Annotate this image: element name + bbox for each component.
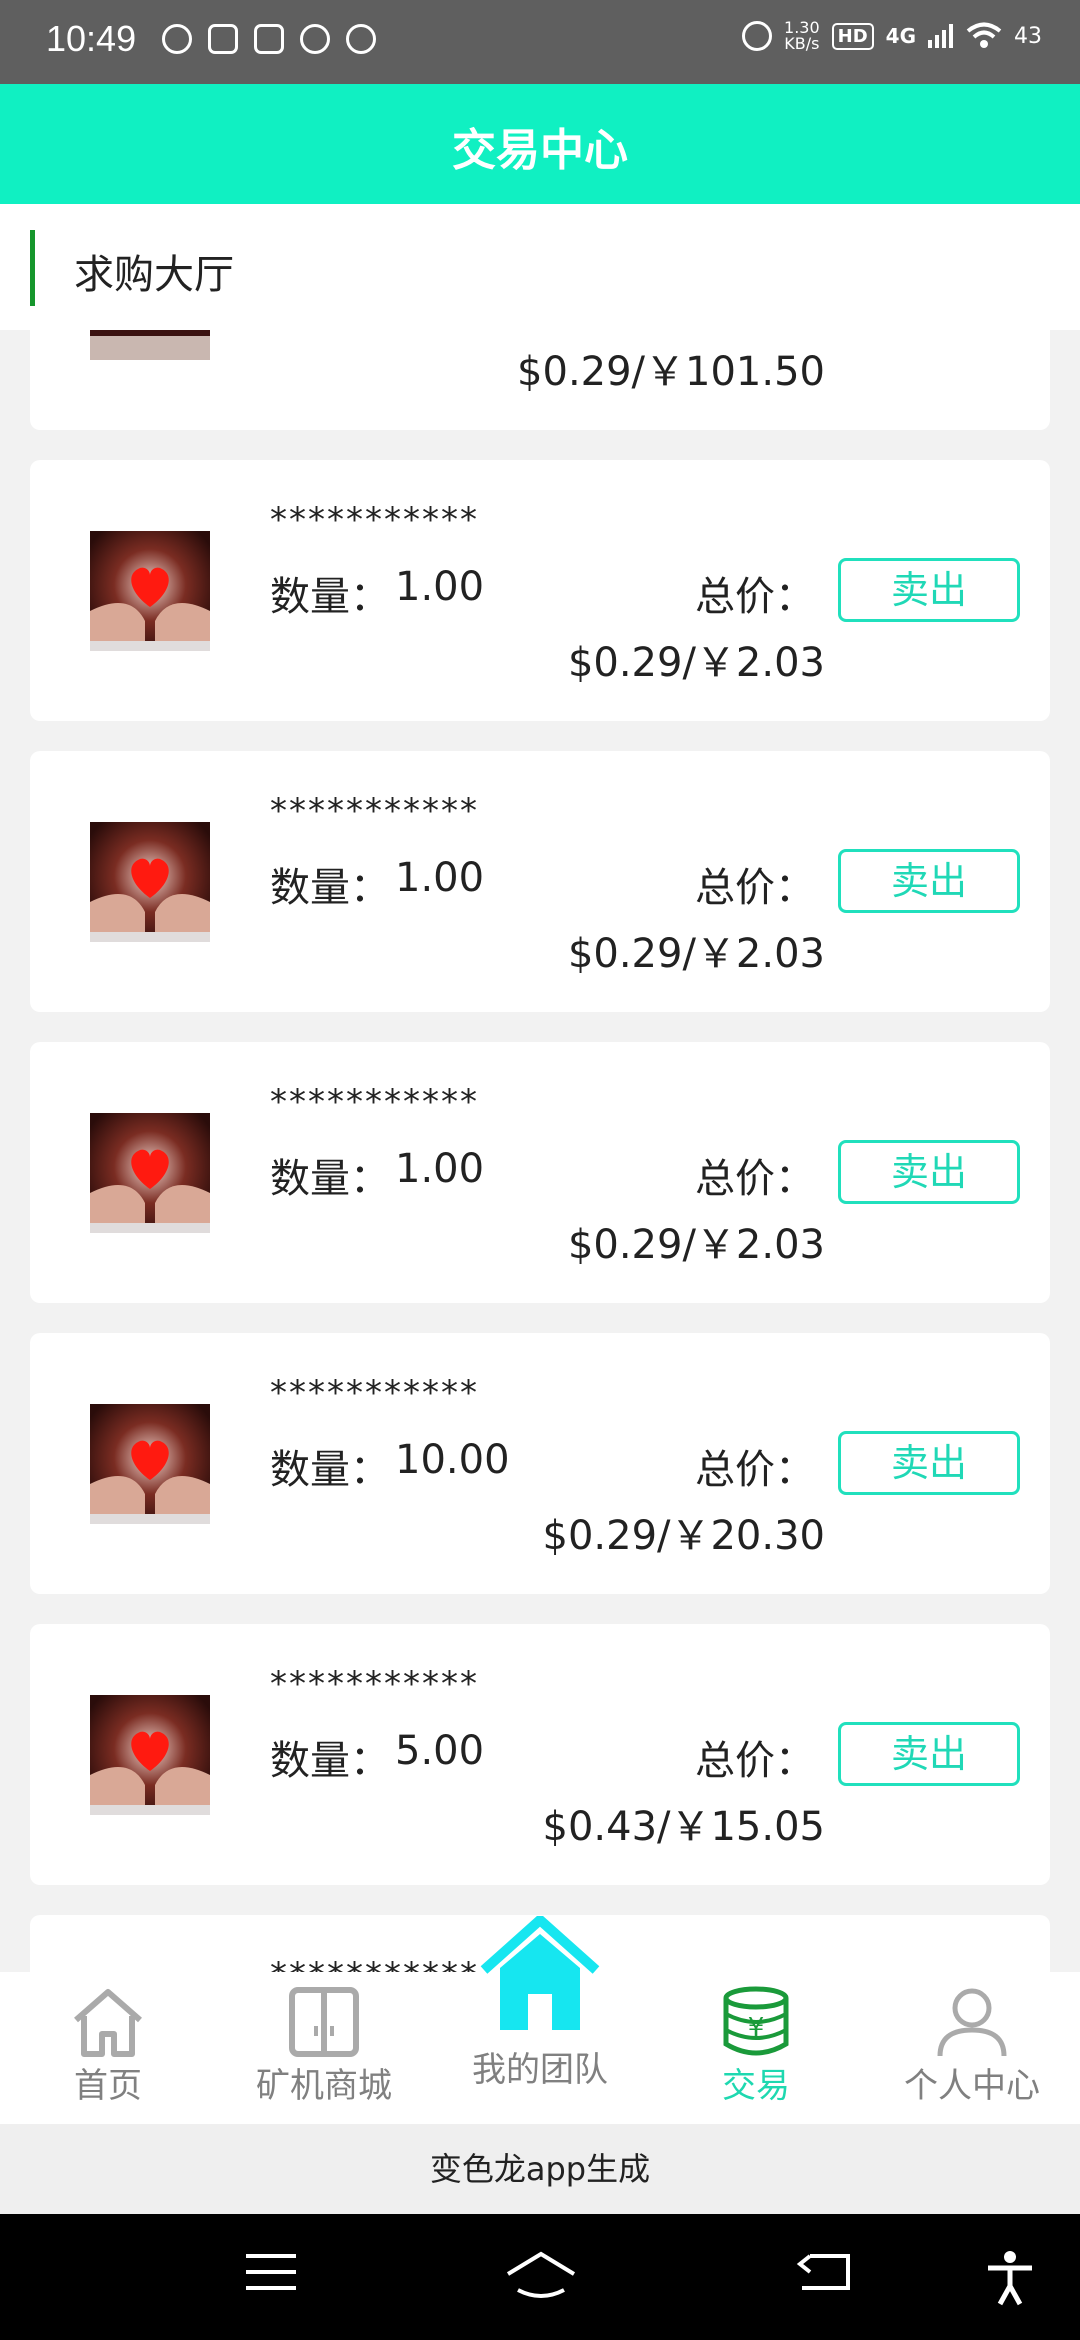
order-name: *********** [270,791,479,831]
wifi-icon [966,22,1002,48]
person-icon [937,1988,1007,2057]
total-label: 总价： [695,1738,815,1784]
signal-icon [928,24,953,48]
status-bar: 10:49 1.30 KB/s HD 4G 43 [0,0,1080,84]
total-label: 总价： [695,865,815,911]
order-price: $0.29/￥2.03 [567,640,825,686]
network-type: 4G [885,24,916,48]
notification-icons [162,24,376,54]
tab-label: 首页 [74,2066,142,2106]
tab-my-team[interactable]: 我的团队 [432,1916,648,2124]
section-header: 求购大厅 [0,204,1080,330]
buy-order-list[interactable]: $0.29/￥101.50 *********** 数量： 1.00 总价： 卖… [0,330,1080,1972]
order-price: $0.29/￥20.30 [542,1513,826,1559]
order-card: *********** 数量： 1.00 总价： 卖出 $0.29/￥2.03 [30,460,1050,721]
heart-hands-thumbnail [90,1695,210,1815]
speed-unit: KB/s [784,34,820,53]
order-name: *********** [270,1082,479,1122]
order-card: *********** 数量： 5.00 总价： 卖出 $0.43/￥15.05 [30,1624,1050,1885]
weibo-icon [300,24,330,54]
order-price: $0.29/￥101.50 [517,349,825,395]
tab-label: 个人中心 [904,2066,1040,2106]
back-icon[interactable] [796,2250,852,2294]
order-price: $0.29/￥2.03 [567,931,825,977]
video-icon [254,24,284,54]
heart-hands-thumbnail [90,1404,210,1524]
status-time: 10:49 [46,18,137,59]
heart-hands-thumbnail [90,531,210,651]
section-title: 求购大厅 [74,252,234,298]
sell-button[interactable]: 卖出 [838,1722,1020,1786]
total-label: 总价： [695,1156,815,1202]
quantity-label: 数量： [270,1447,390,1493]
quantity-label: 数量： [270,574,390,620]
heart-hands-thumbnail [90,822,210,942]
order-name: *********** [270,500,479,540]
quantity-value: 1.00 [395,1146,485,1192]
order-card: *********** 数量： 1.00 总价： 卖出 $0.29/￥2.03 [30,751,1050,1012]
order-name: *********** [270,1955,479,1972]
heart-hands-thumbnail [90,330,210,360]
hd-icon: HD [831,22,874,50]
tab-label: 矿机商城 [256,2066,392,2106]
bottom-tab-bar: 首页 矿机商城 我的团队 ¥ 交易 个人中心 [0,1916,1080,2124]
app-header: 交易中心 [0,84,1080,204]
system-nav-bar [0,2214,1080,2340]
tab-miner-mall[interactable]: 矿机商城 [216,1972,432,2124]
tab-profile[interactable]: 个人中心 [864,1972,1080,2124]
quantity-value: 1.00 [395,564,485,610]
order-card-partial-top: $0.29/￥101.50 [30,330,1050,430]
qq-icon [162,24,192,54]
order-name: *********** [270,1664,479,1704]
tab-trade[interactable]: ¥ 交易 [648,1972,864,2124]
network-speed: 1.30 KB/s [784,20,820,52]
house-filled-icon [480,1916,600,2030]
alarm-icon [742,21,773,51]
order-price: $0.29/￥2.03 [567,1222,825,1268]
sell-button[interactable]: 卖出 [838,1140,1020,1204]
menu-icon[interactable] [244,2250,298,2294]
home-icon[interactable] [504,2250,578,2300]
battery-level: 43 [1014,23,1042,49]
app-icon [208,24,238,54]
coin-stack-icon: ¥ [723,1986,789,2056]
tab-home[interactable]: 首页 [0,1972,216,2124]
accessibility-icon[interactable] [986,2250,1034,2306]
sell-button[interactable]: 卖出 [838,558,1020,622]
total-label: 总价： [695,574,815,620]
section-accent-bar [30,230,35,306]
total-label: 总价： [695,1447,815,1493]
order-name: *********** [270,1373,479,1413]
quantity-value: 1.00 [395,855,485,901]
tab-label: 交易 [722,2066,790,2106]
home-outline-icon [74,1989,142,2057]
brand-footer: 变色龙app生成 [0,2124,1080,2214]
svg-text:¥: ¥ [748,2013,765,2043]
bird-icon [346,24,376,54]
quantity-label: 数量： [270,865,390,911]
tab-label: 我的团队 [472,2050,608,2090]
quantity-label: 数量： [270,1738,390,1784]
quantity-label: 数量： [270,1156,390,1202]
sell-button[interactable]: 卖出 [838,1431,1020,1495]
sell-button[interactable]: 卖出 [838,849,1020,913]
quantity-value: 5.00 [395,1728,485,1774]
heart-hands-thumbnail [90,1113,210,1233]
quantity-value: 10.00 [395,1437,510,1483]
status-right: 1.30 KB/s HD 4G 43 [742,20,1042,52]
order-card: *********** 数量： 10.00 总价： 卖出 $0.29/￥20.3… [30,1333,1050,1594]
order-card: *********** 数量： 1.00 总价： 卖出 $0.29/￥2.03 [30,1042,1050,1303]
page-title: 交易中心 [452,125,628,176]
order-price: $0.43/￥15.05 [542,1804,826,1850]
door-icon [289,1987,359,2057]
